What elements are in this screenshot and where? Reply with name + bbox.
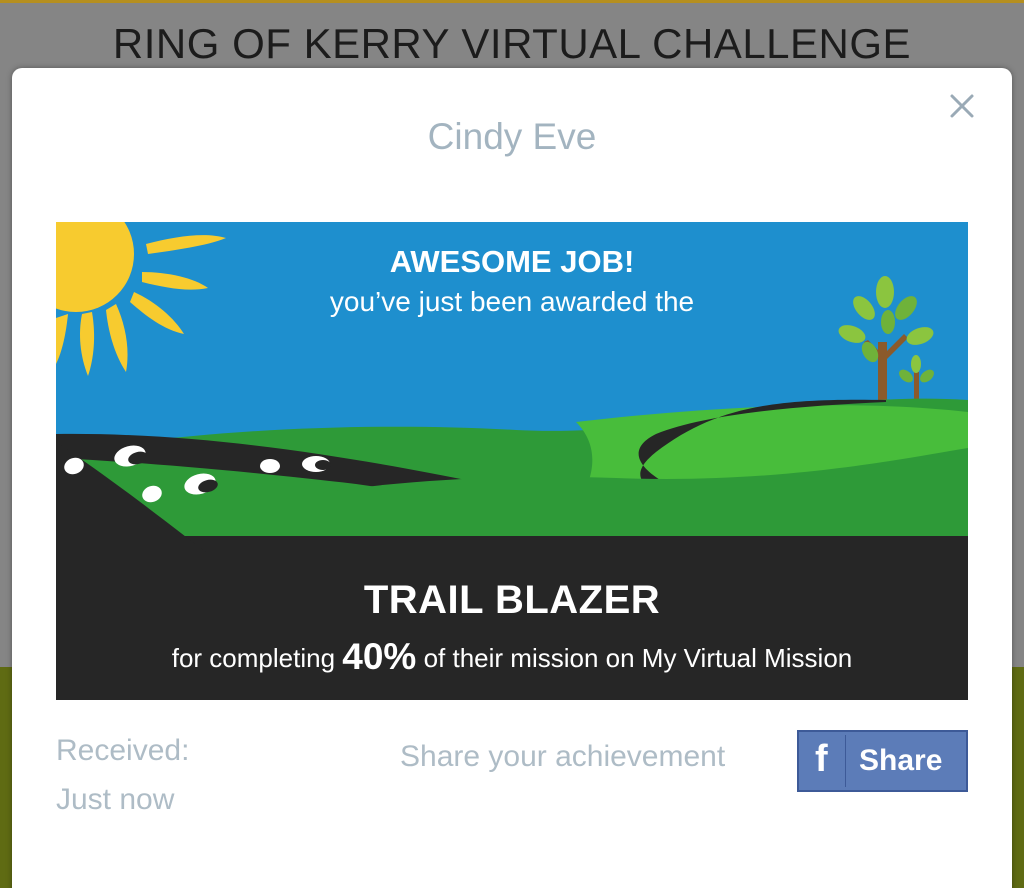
- award-name: TRAIL BLAZER: [363, 578, 661, 622]
- button-divider: [845, 735, 846, 787]
- description-before: for completing: [171, 643, 336, 673]
- banner-headline: AWESOME JOB!: [389, 244, 635, 279]
- page-title: RING OF KERRY VIRTUAL CHALLENGE: [112, 20, 912, 67]
- received-label: Received:: [56, 734, 190, 767]
- achievement-modal: Cindy Eve AWESOME JOB! you’ve just been …: [12, 68, 1012, 888]
- award-description: for completing 40% of their mission on M…: [56, 636, 968, 678]
- share-button-label: Share: [859, 744, 943, 777]
- received-value: Just now: [56, 783, 175, 816]
- banner-subheadline: you’ve just been awarded the: [329, 286, 695, 317]
- facebook-icon: f: [815, 738, 828, 780]
- facebook-share-button[interactable]: f Share: [797, 730, 968, 792]
- description-after: of their mission on My Virtual Mission: [423, 643, 853, 673]
- completion-percent: 40%: [342, 636, 417, 677]
- share-prompt: Share your achievement: [400, 740, 726, 773]
- recipient-name: Cindy Eve: [427, 116, 597, 157]
- award-banner: AWESOME JOB! you’ve just been awarded th…: [56, 222, 968, 700]
